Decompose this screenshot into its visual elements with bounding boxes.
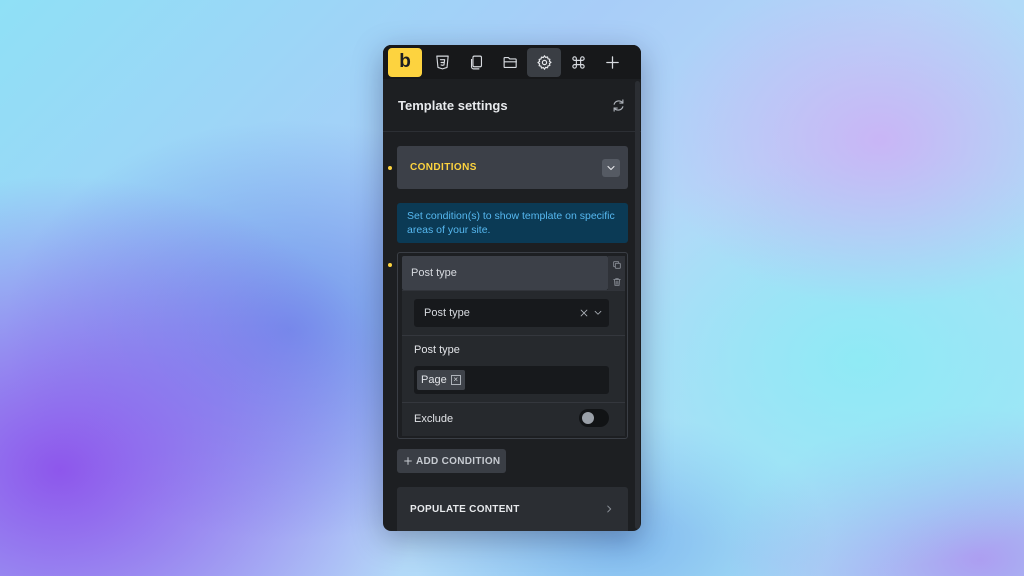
add-condition-button[interactable]: ADD CONDITION [397, 449, 506, 473]
condition-indicator-dot [388, 166, 392, 170]
clear-icon[interactable] [579, 308, 589, 318]
divider [402, 402, 625, 403]
pages-icon [470, 55, 482, 69]
conditions-section-header[interactable]: CONDITIONS [397, 146, 628, 189]
refresh-icon[interactable] [611, 98, 626, 113]
condition-indicator-dot [388, 263, 392, 267]
toolbar: b [383, 45, 641, 79]
chevron-down-icon[interactable] [593, 308, 603, 318]
pages-button[interactable] [459, 48, 493, 77]
panel-header: Template settings [383, 79, 641, 132]
toggle-knob [582, 412, 594, 424]
condition-item: Post type Post type Post type Page × Exc… [397, 252, 628, 439]
logo-button[interactable]: b [388, 47, 422, 77]
tag-label: Page [421, 374, 447, 386]
folder-button[interactable] [493, 48, 527, 77]
collapse-toggle[interactable] [602, 158, 620, 177]
add-button[interactable] [595, 48, 629, 77]
trash-icon [612, 277, 621, 286]
populate-content-title: POPULATE CONTENT [410, 503, 520, 515]
command-button[interactable] [561, 48, 595, 77]
condition-item-actions [608, 256, 625, 290]
conditions-info-message: Set condition(s) to show template on spe… [397, 203, 628, 243]
chevron-right-icon [607, 505, 612, 513]
command-icon [571, 55, 585, 69]
plus-icon [404, 457, 412, 465]
exclude-toggle[interactable] [579, 409, 609, 427]
condition-item-header[interactable]: Post type [402, 256, 608, 290]
panel-scrollbar[interactable] [635, 81, 640, 529]
add-condition-label: ADD CONDITION [416, 455, 501, 467]
copy-icon [612, 260, 621, 269]
tag-page: Page × [417, 370, 465, 390]
conditions-section-title: CONDITIONS [410, 162, 477, 173]
plus-icon [605, 55, 619, 69]
gear-icon [536, 54, 552, 70]
settings-button[interactable] [527, 47, 561, 77]
condition-type-value: Post type [424, 307, 470, 319]
page-title: Template settings [398, 97, 508, 113]
post-type-label: Post type [414, 344, 460, 356]
remove-tag-icon[interactable]: × [450, 375, 461, 385]
css3-icon [435, 55, 449, 69]
template-settings-panel: b Template settings CONDITIONS Set condi… [383, 45, 641, 531]
folder-icon [503, 56, 517, 68]
exclude-label: Exclude [414, 413, 454, 425]
delete-condition-button[interactable] [608, 273, 625, 290]
css-button[interactable] [425, 48, 459, 77]
chevron-down-icon [607, 165, 615, 170]
condition-type-select[interactable]: Post type [414, 299, 609, 327]
condition-item-body: Post type Post type Page × Exclude [402, 290, 625, 436]
populate-content-section[interactable]: POPULATE CONTENT [397, 487, 628, 531]
divider [402, 335, 625, 336]
duplicate-condition-button[interactable] [608, 256, 625, 273]
post-type-tags-input[interactable]: Page × [414, 366, 609, 394]
